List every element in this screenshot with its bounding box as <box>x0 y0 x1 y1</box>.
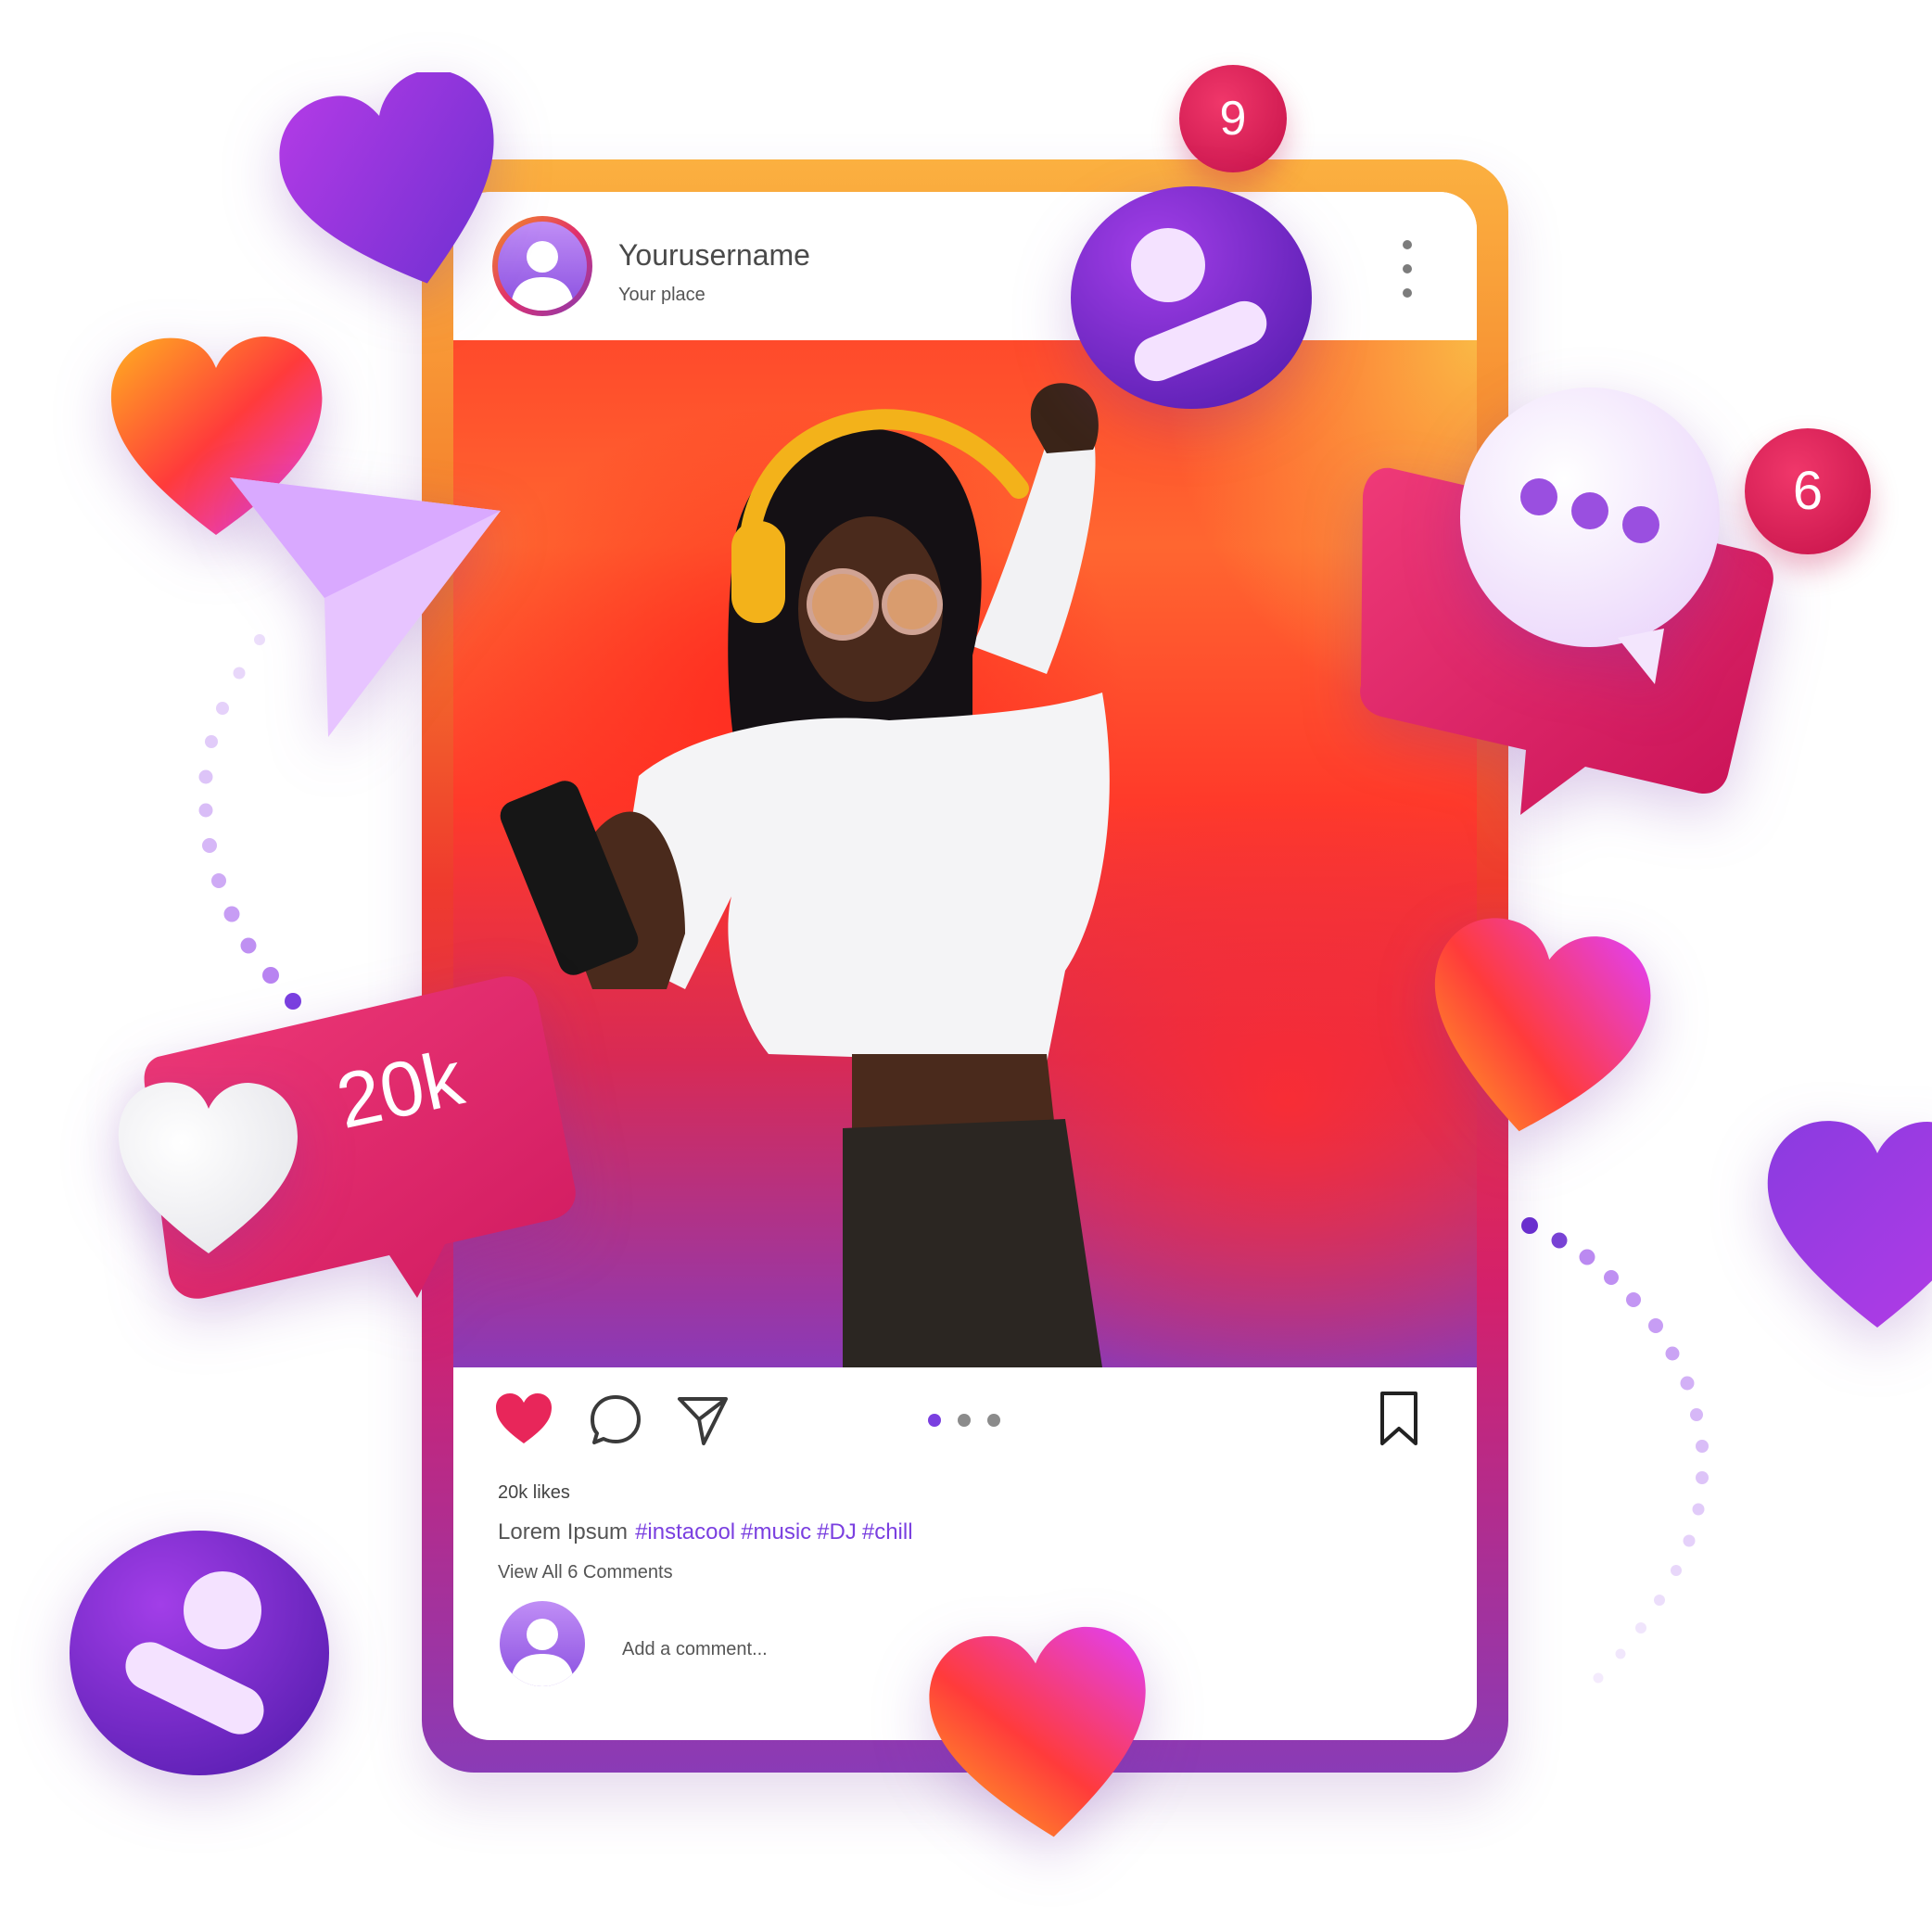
heart-icon <box>1767 1121 1932 1328</box>
heart-icon <box>279 72 494 284</box>
carousel-dot[interactable] <box>958 1414 971 1427</box>
location-label[interactable]: Your place <box>618 285 705 306</box>
post-card: Yourusername Your place 20k likes Lorem … <box>453 192 1477 1740</box>
chat-dots-icon <box>1460 388 1720 684</box>
heart-icon <box>1434 918 1651 1132</box>
post-header: Yourusername Your place <box>453 192 1477 340</box>
user-icon <box>70 1531 329 1775</box>
comment-count-badge: 6 <box>1745 428 1871 554</box>
carousel-dot-active[interactable] <box>928 1414 941 1427</box>
likes-count[interactable]: 20k likes <box>498 1482 570 1504</box>
heart-icon <box>118 1082 298 1253</box>
send-icon[interactable] <box>676 1393 730 1447</box>
user-icon <box>1071 186 1312 409</box>
username[interactable]: Yourusername <box>618 238 810 273</box>
heart-icon <box>929 1626 1146 1837</box>
post-photo[interactable] <box>453 340 1477 1367</box>
hashtag-link[interactable]: #music <box>741 1519 811 1544</box>
carousel-dot[interactable] <box>987 1414 1000 1427</box>
paper-plane-icon <box>230 477 501 737</box>
person-illustration <box>500 383 1110 1367</box>
hashtag-link[interactable]: #chill <box>862 1519 913 1544</box>
view-comments-link[interactable]: View All 6 Comments <box>498 1562 673 1583</box>
comment-icon[interactable] <box>589 1393 642 1447</box>
caption: Lorem Ipsum #instacool #music #DJ #chill <box>498 1519 919 1545</box>
hashtag-link[interactable]: #DJ <box>817 1519 857 1544</box>
user-icon <box>511 1619 574 1686</box>
more-vertical-icon[interactable] <box>1397 238 1417 303</box>
notification-badge: 9 <box>1179 65 1287 172</box>
heart-icon[interactable] <box>494 1392 553 1445</box>
hashtags: #instacool #music #DJ #chill <box>635 1519 919 1544</box>
carousel-dots <box>928 1414 1011 1429</box>
hashtag-link[interactable]: #instacool <box>635 1519 735 1544</box>
bookmark-icon[interactable] <box>1377 1390 1421 1447</box>
post-action-bar <box>453 1367 1477 1469</box>
commenter-avatar <box>500 1601 585 1686</box>
caption-text: Lorem Ipsum <box>498 1519 629 1544</box>
